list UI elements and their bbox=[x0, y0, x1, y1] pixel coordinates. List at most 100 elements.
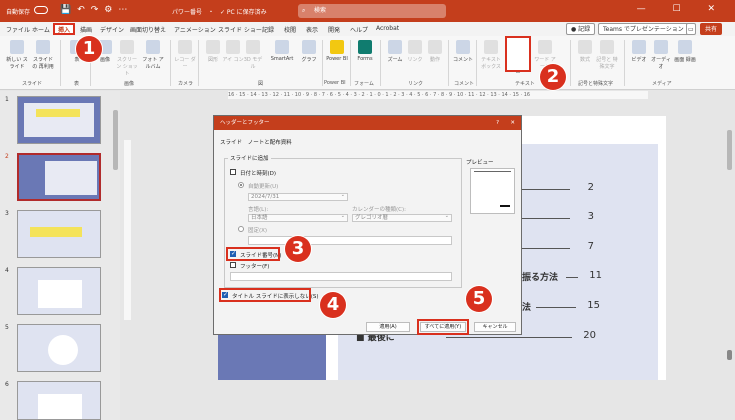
editor-scrollbar-thumb[interactable] bbox=[727, 350, 732, 360]
thumbnail-scrollbar[interactable] bbox=[113, 110, 118, 170]
group-camera-label: カメラ bbox=[178, 81, 194, 87]
symbol-label: 記号と 特殊文字 bbox=[596, 57, 618, 70]
date-format-select[interactable]: 2024/7/31 bbox=[248, 192, 348, 201]
screen-recording-button[interactable]: 画面 録画 bbox=[674, 40, 696, 63]
cancel-button[interactable]: キャンセル bbox=[474, 322, 516, 332]
textbox-button[interactable]: テキスト ボックス bbox=[480, 40, 502, 70]
reuse-slides-icon bbox=[36, 40, 50, 54]
link-label: リンク bbox=[407, 57, 423, 63]
close-icon[interactable]: ✕ bbox=[510, 116, 515, 130]
textbox-icon bbox=[484, 40, 498, 54]
tab-help[interactable]: ヘルプ bbox=[350, 25, 368, 34]
tab-record[interactable]: 記録 bbox=[262, 25, 274, 34]
video-button[interactable]: ビデオ bbox=[628, 40, 650, 63]
zoom-button[interactable]: ズーム bbox=[384, 40, 406, 63]
fixed-radio[interactable] bbox=[238, 226, 244, 232]
ribbon-divider bbox=[60, 40, 61, 86]
window-controls[interactable]: — ☐ ✕ bbox=[637, 4, 727, 14]
recorder-label: レコー ダー bbox=[174, 57, 196, 70]
apply-button[interactable]: 適用(A) bbox=[366, 322, 410, 332]
tab-transitions[interactable]: 画面切り替え bbox=[130, 25, 166, 34]
screenshot-icon bbox=[120, 40, 134, 54]
tab-animations[interactable]: アニメーション bbox=[174, 25, 216, 34]
ribbon-divider bbox=[170, 40, 171, 86]
language-select[interactable]: 日本語 bbox=[248, 213, 348, 222]
ribbon-divider bbox=[476, 40, 477, 86]
fixed-date-input[interactable] bbox=[248, 236, 452, 245]
link-button[interactable]: リンク bbox=[404, 40, 426, 63]
icons-button[interactable]: アイ コン bbox=[222, 40, 244, 63]
speaker-icon bbox=[654, 40, 668, 54]
shapes-button[interactable]: 図形 bbox=[202, 40, 224, 63]
reuse-slides-label: スライドの 再利用 bbox=[32, 57, 54, 70]
toc-page-number: 3 bbox=[587, 211, 594, 222]
link-icon bbox=[408, 40, 422, 54]
tab-review[interactable]: 校閲 bbox=[284, 25, 296, 34]
toc-page-number: 20 bbox=[583, 330, 596, 341]
equation-button[interactable]: 数式 bbox=[574, 40, 596, 63]
footer-label: フッター(F) bbox=[240, 264, 270, 270]
thumbnail-number: 2 bbox=[5, 153, 9, 160]
comment-button[interactable]: コメント bbox=[452, 40, 474, 63]
teams-present-button[interactable]: Teams でプレゼンテーション bbox=[598, 23, 689, 35]
tab-acrobat[interactable]: Acrobat bbox=[376, 25, 399, 32]
tab-home[interactable]: ホーム bbox=[32, 25, 50, 34]
tab-insert[interactable]: 挿入 bbox=[53, 23, 76, 35]
document-title: パワー番号 ・ ✓ PC に保存済み bbox=[172, 9, 267, 16]
help-icon[interactable]: ? bbox=[496, 116, 499, 130]
photo-album-label: フォト アルバム bbox=[142, 57, 164, 70]
step-callout-4: 4 bbox=[320, 292, 346, 318]
thumbnail-card bbox=[38, 394, 82, 419]
tab-file[interactable]: ファイル bbox=[6, 25, 30, 34]
action-button[interactable]: 動作 bbox=[424, 40, 446, 63]
ribbon-divider bbox=[198, 40, 199, 86]
new-slide-button[interactable]: 新しい スライド bbox=[6, 40, 28, 70]
title-bar: 自動保存 💾↶↷⚙⋯ パワー番号 ・ ✓ PC に保存済み ⌕ 検索 — ☐ ✕ bbox=[0, 0, 735, 22]
footer-text-input[interactable] bbox=[230, 272, 452, 281]
chart-label: グラフ bbox=[301, 57, 317, 63]
audio-button[interactable]: オーディオ bbox=[650, 40, 672, 70]
tab-developer[interactable]: 開発 bbox=[328, 25, 340, 34]
screen-recording-label: 画面 録画 bbox=[674, 57, 696, 63]
tab-design[interactable]: デザイン bbox=[100, 25, 124, 34]
power-bi-button[interactable]: Power BI bbox=[326, 40, 348, 62]
slide-thumbnail-3[interactable] bbox=[17, 210, 101, 258]
screenshot-button[interactable]: スクリーン ショット bbox=[116, 40, 138, 77]
forms-button[interactable]: Forms bbox=[354, 40, 376, 62]
quick-access-toolbar[interactable]: 💾↶↷⚙⋯ bbox=[60, 5, 133, 15]
share-button[interactable]: 共有 bbox=[700, 23, 723, 35]
comments-icon[interactable]: ▭ bbox=[686, 23, 696, 35]
editor-scrollbar[interactable] bbox=[727, 130, 732, 170]
footer-checkbox[interactable] bbox=[230, 262, 236, 268]
chart-button[interactable]: グラフ bbox=[298, 40, 320, 63]
calendar-type-select[interactable]: グレゴリオ暦 bbox=[352, 213, 452, 222]
reuse-slides-button[interactable]: スライドの 再利用 bbox=[32, 40, 54, 70]
video-label: ビデオ bbox=[631, 57, 647, 63]
slide-thumbnail-1[interactable] bbox=[17, 96, 101, 144]
preview-box bbox=[470, 168, 515, 214]
tab-view[interactable]: 表示 bbox=[306, 25, 318, 34]
smartart-button[interactable]: SmartArt bbox=[268, 40, 296, 62]
search-box[interactable]: ⌕ 検索 bbox=[298, 4, 446, 18]
recorder-button[interactable]: レコー ダー bbox=[174, 40, 196, 70]
thumbnail-card bbox=[45, 161, 97, 195]
tab-notes-handouts[interactable]: ノートと配布資料 bbox=[248, 140, 292, 146]
tab-slideshow[interactable]: スライド ショー bbox=[218, 25, 262, 34]
ribbon-divider bbox=[350, 40, 351, 86]
date-time-checkbox[interactable] bbox=[230, 169, 236, 175]
slide-thumbnail-4[interactable] bbox=[17, 267, 101, 315]
ribbon-insert: 新しい スライド スライドの 再利用 表 画像 スクリーン ショット フォト ア… bbox=[0, 36, 735, 90]
tab-slide[interactable]: スライド bbox=[220, 140, 242, 146]
auto-update-radio[interactable] bbox=[238, 182, 244, 188]
slide-thumbnail-2[interactable] bbox=[17, 153, 101, 201]
symbol-button[interactable]: 記号と 特殊文字 bbox=[596, 40, 618, 70]
autosave-toggle[interactable] bbox=[34, 6, 48, 14]
3d-models-button[interactable]: 3D モデル bbox=[242, 40, 264, 70]
slide-thumbnail-5[interactable] bbox=[17, 324, 101, 372]
record-label: 記録 bbox=[578, 26, 591, 33]
new-slide-icon bbox=[10, 40, 24, 54]
photo-album-button[interactable]: フォト アルバム bbox=[142, 40, 164, 70]
record-button[interactable]: ● 記録 bbox=[566, 23, 596, 35]
slide-thumbnail-6[interactable] bbox=[17, 381, 101, 420]
tab-draw[interactable]: 描画 bbox=[80, 25, 92, 34]
